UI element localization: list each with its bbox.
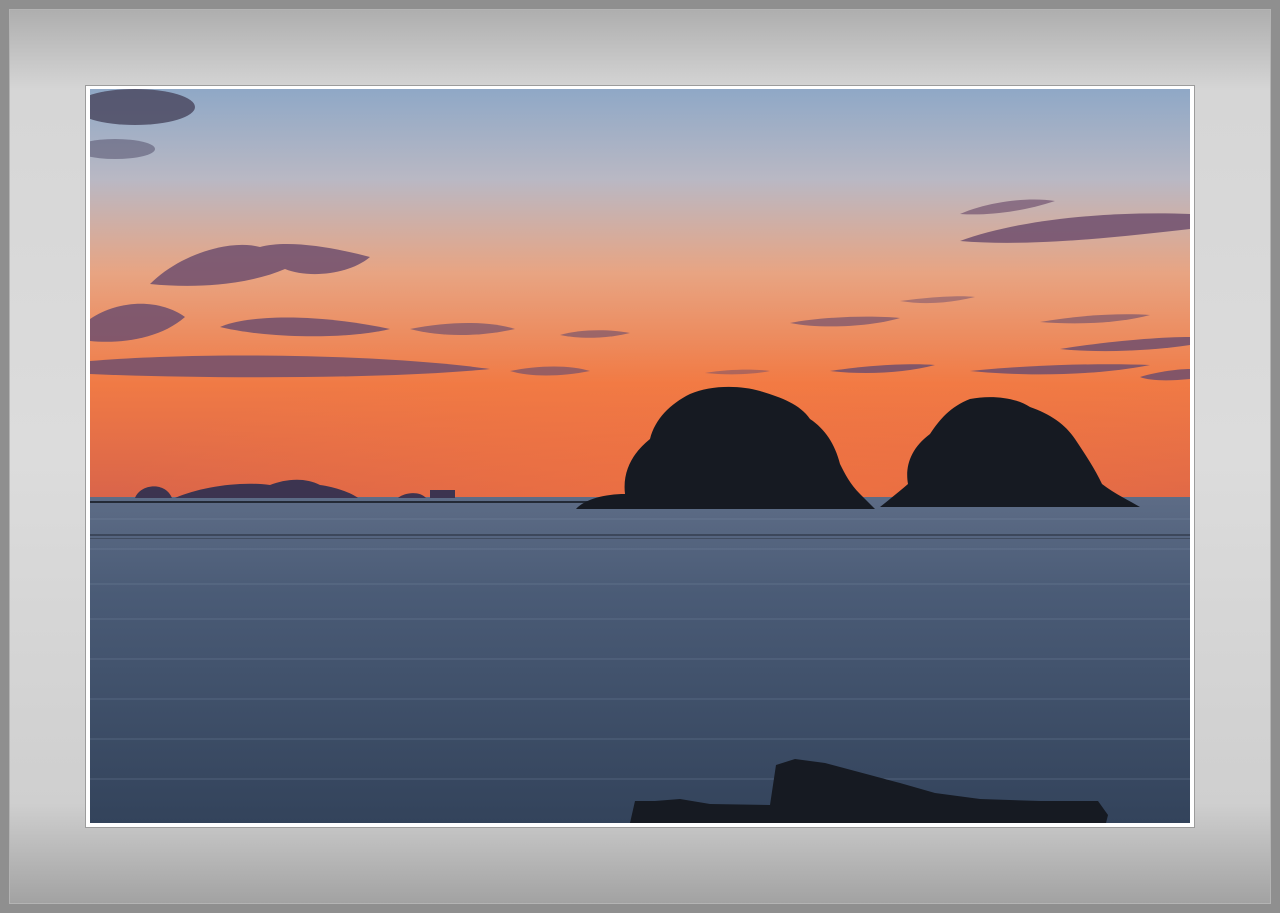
- picture-frame: [0, 0, 1280, 913]
- sunset-photo: [90, 89, 1190, 823]
- sea: [90, 497, 1190, 823]
